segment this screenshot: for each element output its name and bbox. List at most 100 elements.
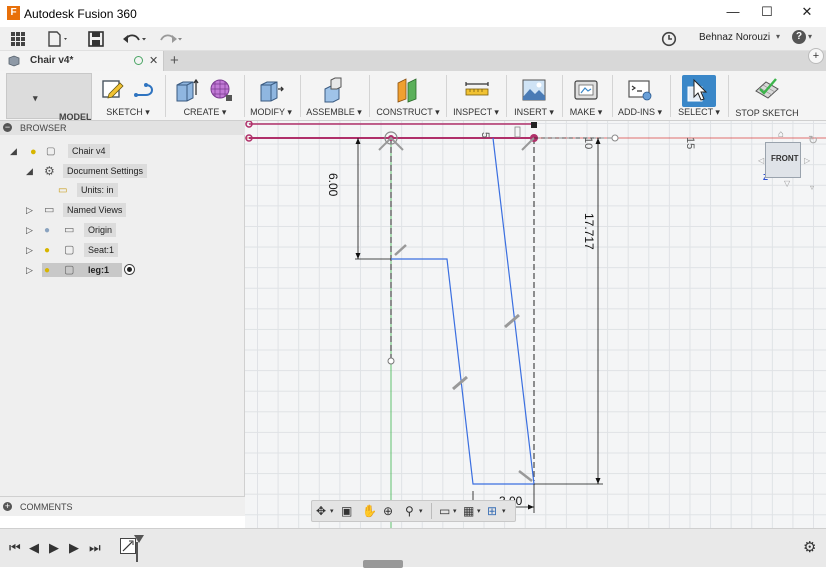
select-menu[interactable]: SELECT ▾ [674,107,724,118]
3d-print-icon[interactable] [573,77,599,103]
insert-group[interactable]: INSERT ▾ [508,73,560,119]
viewcube[interactable]: FRONT [765,142,801,178]
visibility-bulb-icon[interactable]: ● [44,243,50,259]
modify-group[interactable]: MODIFY ▾ [248,73,294,119]
insert-menu[interactable]: INSERT ▾ [508,107,560,118]
assemble-group[interactable]: ASSEMBLE ▾ [304,73,364,119]
addins-group[interactable]: ADD-INS ▾ [614,73,666,119]
orbit-dropdown-icon[interactable]: ▾ [330,507,334,515]
select-cursor-icon[interactable] [686,77,712,103]
extrude-icon[interactable] [174,77,200,103]
display-dropdown-icon[interactable]: ▾ [453,507,457,515]
browser-node-units[interactable]: ▭ Units: in [56,182,136,198]
home-view-icon[interactable]: ⌂ [778,129,784,140]
look-at-icon[interactable]: ▣ [341,504,352,518]
construction-point[interactable] [611,134,619,142]
visibility-bulb-icon[interactable]: ● [44,223,50,239]
close-tab-button[interactable]: ✕ [149,54,158,67]
construct-group[interactable]: CONSTRUCT ▾ [374,73,442,119]
browser-header[interactable]: − BROWSER [0,121,245,135]
form-tspline-icon[interactable] [208,77,234,103]
expand-arrow-icon[interactable]: ▷ [26,262,33,278]
grid-dropdown-icon[interactable]: ▾ [477,507,481,515]
minimize-button[interactable]: — [723,4,743,22]
expand-arrow-icon[interactable]: ▷ [26,222,33,238]
dimension-right-value[interactable]: 17.717 [582,213,596,250]
offset-plane-icon[interactable] [395,77,421,103]
make-menu[interactable]: MAKE ▾ [564,107,608,118]
select-group[interactable]: SELECT ▾ [674,73,724,119]
new-tab-button[interactable]: + [170,52,179,69]
viewcube-arrow-right-icon[interactable]: ▷ [804,156,810,165]
play-icon[interactable]: ▶ [49,540,59,556]
viewports-dropdown-icon[interactable]: ▾ [502,507,506,515]
zoom-window-icon[interactable]: ⊕ [383,504,393,518]
maximize-button[interactable]: ☐ [757,4,777,22]
file-menu-icon[interactable] [46,30,70,48]
create-sketch-icon[interactable] [100,77,126,103]
pan-hand-icon[interactable]: ✋ [362,504,377,518]
zoom-fit-icon[interactable]: ⚲ [405,504,414,518]
scripts-addins-icon[interactable] [627,77,653,103]
stop-sketch-group[interactable]: STOP SKETCH [732,73,802,119]
grid-settings-icon[interactable]: ▦ [463,504,474,518]
assemble-menu[interactable]: ASSEMBLE ▾ [304,107,364,118]
step-forward-icon[interactable]: ▶ [69,540,79,556]
save-icon[interactable] [87,30,105,48]
user-menu-chevron-icon[interactable]: ▾ [776,32,780,41]
go-to-end-icon[interactable]: ⏭ [89,540,101,556]
step-back-icon[interactable]: ◀ [29,540,39,556]
line-tool-icon[interactable] [132,77,158,103]
stop-sketch-label[interactable]: STOP SKETCH [732,108,802,118]
leg-profile[interactable] [391,137,535,485]
new-component-icon[interactable] [321,77,347,103]
help-menu-chevron-icon[interactable]: ▾ [808,32,812,41]
orbit-icon[interactable]: ✥ [316,504,326,518]
display-settings-icon[interactable]: ▭ [439,504,450,518]
expand-arrow-icon[interactable]: ▷ [26,242,33,258]
viewports-icon[interactable]: ⊞ [487,504,497,518]
job-status-clock-icon[interactable] [661,30,677,48]
create-menu[interactable]: CREATE ▾ [170,107,240,118]
insert-image-icon[interactable] [521,77,547,103]
redo-icon[interactable] [156,30,184,48]
create-group[interactable]: CREATE ▾ [170,73,240,119]
zoom-dropdown-icon[interactable]: ▾ [419,507,423,515]
measure-icon[interactable] [464,77,490,103]
sketch-menu[interactable]: SKETCH ▾ [96,107,160,118]
user-account-name[interactable]: Behnaz Norouzi [699,32,770,43]
expand-collapse-icon[interactable]: ◢ [26,163,33,179]
visibility-bulb-icon[interactable]: ● [44,263,50,279]
browser-node-root[interactable]: ◢ ● ▢ Chair v4 [10,143,150,159]
modify-menu[interactable]: MODIFY ▾ [248,107,294,118]
expand-comments-icon[interactable]: + [3,502,12,511]
browser-node-leg[interactable]: ▷ ● ▢ leg:1 [26,262,146,278]
inspect-group[interactable]: INSPECT ▾ [450,73,502,119]
sketch-group[interactable]: SKETCH ▾ [96,73,160,119]
inspect-menu[interactable]: INSPECT ▾ [450,107,502,118]
press-pull-icon[interactable] [258,77,284,103]
close-window-button[interactable]: ✕ [797,4,817,22]
panel-add-icon[interactable]: + [808,48,824,64]
browser-node-origin[interactable]: ▷ ● ▭ Origin [26,222,126,238]
make-group[interactable]: MAKE ▾ [564,73,608,119]
dimension-left-value[interactable]: 6.00 [326,173,340,196]
workspace-switcher-button[interactable]: MODEL ▾ [6,73,92,122]
viewcube-menu-icon[interactable]: ▿ [810,183,814,192]
comments-panel[interactable]: + COMMENTS [0,496,245,516]
viewcube-arrow-down-icon[interactable]: ▽ [784,179,790,188]
rotate-view-icon[interactable]: ↻ [808,133,818,147]
activate-component-radio[interactable] [124,264,135,275]
stop-sketch-icon[interactable] [754,77,780,103]
timeline-settings-gear-icon[interactable]: ⚙ [803,538,816,556]
construct-menu[interactable]: CONSTRUCT ▾ [374,107,442,118]
viewcube-arrow-left-icon[interactable]: ◁ [758,156,764,165]
browser-node-seat[interactable]: ▷ ● ▢ Seat:1 [26,242,126,258]
design-canvas[interactable]: 6.00 17.717 3.00 5 10 15 ⌂ ↻ △ ◁ ▷ ▽ ▿ Z… [245,121,826,528]
help-icon[interactable]: ? [792,30,806,44]
browser-node-document-settings[interactable]: ◢ ⚙ Document Settings [26,163,156,179]
undo-icon[interactable] [120,30,148,48]
go-to-start-icon[interactable]: ⏮ [9,540,21,556]
addins-menu[interactable]: ADD-INS ▾ [614,107,666,118]
document-tab[interactable]: Chair v4* ✕ [0,51,164,71]
